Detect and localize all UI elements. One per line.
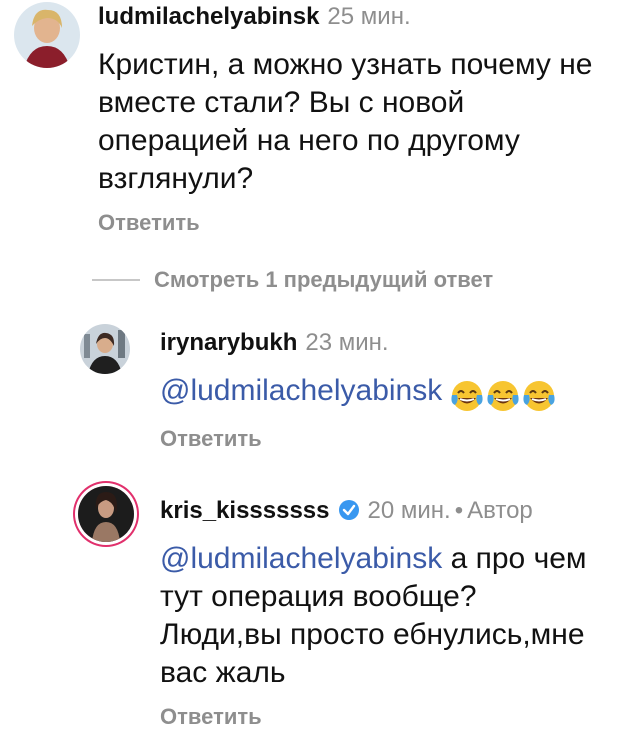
view-previous-label: Смотреть 1 предыдущий ответ	[154, 267, 494, 292]
emoji-group	[450, 376, 558, 414]
comment-text: Кристин, а можно узнать почему не вместе…	[98, 48, 593, 195]
separator: •	[454, 497, 464, 524]
comment-meta: ludmilachelyabinsk 25 мин.	[98, 2, 411, 32]
reply-button[interactable]: Ответить	[98, 210, 200, 236]
avatar[interactable]	[78, 486, 134, 542]
view-previous-replies-button[interactable]: Смотреть 1 предыдущий ответ	[92, 262, 493, 298]
comment-meta: irynarybukh 23 мин.	[160, 328, 389, 358]
avatar[interactable]	[80, 324, 130, 374]
divider	[92, 279, 140, 281]
mention-link[interactable]: @ludmilachelyabinsk	[160, 542, 442, 575]
verified-badge-icon	[338, 500, 359, 520]
author-label: Автор	[467, 497, 533, 524]
face-with-tears-of-joy-icon	[450, 379, 484, 413]
reply-button[interactable]: Ответить	[160, 426, 262, 452]
timestamp: 25 мин.	[327, 3, 411, 30]
comment-meta: kris_kisssssss 20 мин. • Автор	[160, 496, 533, 526]
username[interactable]: ludmilachelyabinsk	[98, 3, 319, 30]
mention-link[interactable]: @ludmilachelyabinsk	[160, 374, 442, 407]
timestamp: 20 мин.	[367, 497, 451, 524]
face-with-tears-of-joy-icon	[522, 379, 556, 413]
timestamp: 23 мин.	[305, 329, 389, 356]
username[interactable]: irynarybukh	[160, 329, 297, 356]
face-with-tears-of-joy-icon	[486, 379, 520, 413]
avatar[interactable]	[14, 2, 80, 68]
comment-text: @ludmilachelyabinsk	[160, 372, 620, 414]
username[interactable]: kris_kisssssss	[160, 497, 330, 524]
reply-button[interactable]: Ответить	[160, 704, 262, 730]
comment-text: @ludmilachelyabinsk а про чем тут операц…	[160, 540, 600, 692]
